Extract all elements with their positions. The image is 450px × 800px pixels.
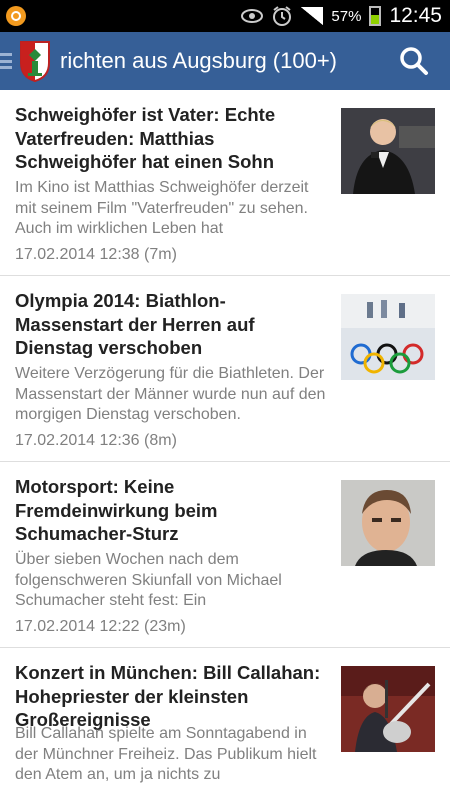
augsburg-logo[interactable] — [18, 39, 52, 83]
list-item[interactable]: Olympia 2014: Biathlon-Massenstart der H… — [0, 276, 450, 462]
article-thumbnail-image — [341, 666, 435, 752]
article-headline: Schweighöfer ist Vater: Echte Vaterfreud… — [15, 104, 276, 172]
article-headline: Konzert in München: Bill Callahan: Hohep… — [15, 662, 321, 730]
article-headline: Motorsport: Keine Fremdeinwirkung beim S… — [15, 476, 218, 544]
article-teaser: Im Kino ist Matthias Schweighöfer derzei… — [15, 179, 309, 237]
article-teaser: Über sieben Wochen nach dem folgenschwer… — [15, 551, 282, 609]
battery-percent: 57% — [331, 7, 362, 25]
status-bar: 57% 12:45 — [0, 0, 450, 32]
notification-icon — [6, 6, 26, 26]
article-thumbnail-image — [341, 294, 435, 380]
article-teaser: Weitere Verzögerung für die Biathleten. … — [15, 365, 326, 423]
article-thumbnail-image — [341, 108, 435, 194]
article-thumbnail-image — [341, 480, 435, 566]
search-icon[interactable] — [398, 45, 430, 77]
article-date: 17.02.2014 12:22 (23m) — [15, 618, 186, 635]
article-teaser: Bill Callahan spielte am Sonntagabend in… — [15, 725, 317, 783]
app-bar: richten aus Augsburg (100+) — [0, 32, 450, 90]
clock: 12:45 — [389, 4, 442, 27]
app-title: richten aus Augsburg (100+) — [60, 48, 338, 73]
article-headline: Olympia 2014: Biathlon-Massenstart der H… — [15, 290, 255, 358]
menu-icon[interactable] — [0, 53, 12, 69]
article-date: 17.02.2014 12:38 (7m) — [15, 246, 177, 263]
signal-icon — [301, 7, 324, 25]
battery-icon — [369, 6, 382, 26]
article-list: Schweighöfer ist Vater: Echte Vaterfreud… — [0, 90, 450, 800]
eye-icon — [241, 9, 264, 23]
list-item[interactable]: Konzert in München: Bill Callahan: Hohep… — [0, 648, 450, 800]
alarm-icon — [273, 6, 292, 26]
list-item[interactable]: Schweighöfer ist Vater: Echte Vaterfreud… — [0, 90, 450, 276]
article-date: 17.02.2014 12:36 (8m) — [15, 432, 177, 449]
list-item[interactable]: Motorsport: Keine Fremdeinwirkung beim S… — [0, 462, 450, 648]
